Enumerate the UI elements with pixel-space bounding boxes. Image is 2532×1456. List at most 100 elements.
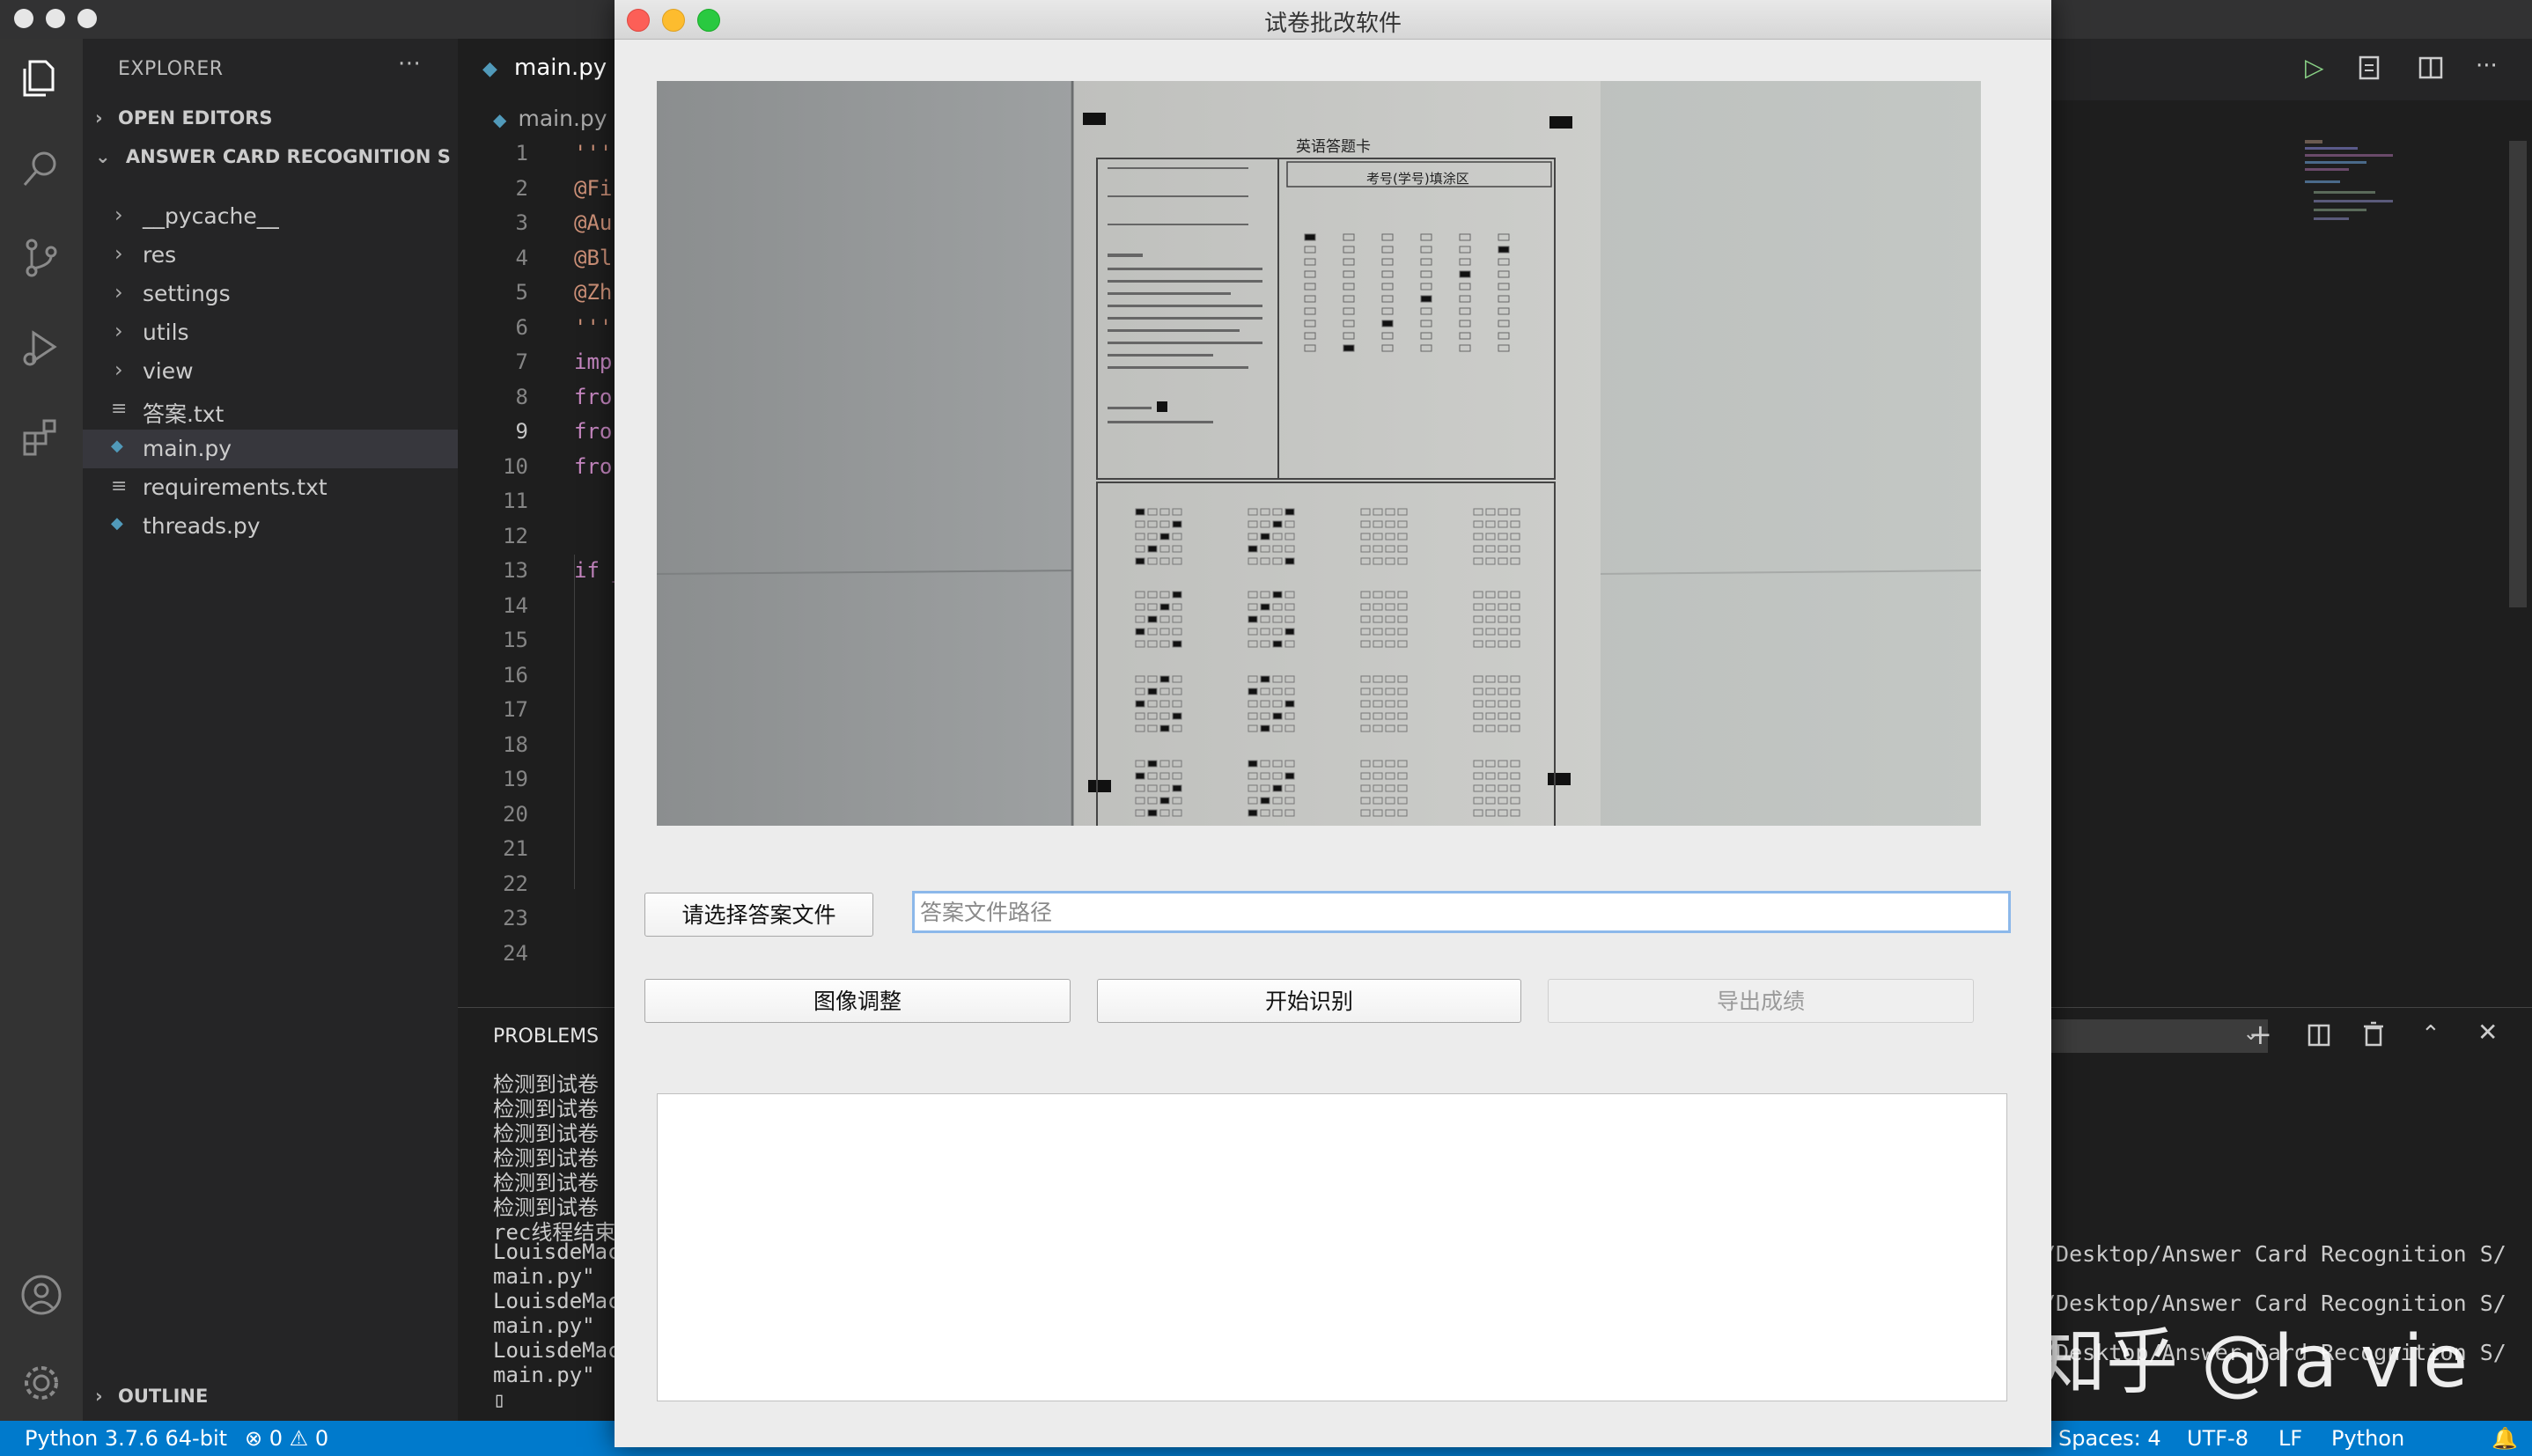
answer-bubble	[1172, 591, 1182, 599]
chevron-right-icon: ›	[95, 1386, 103, 1407]
answer-bubble	[1172, 640, 1182, 648]
trash-icon[interactable]	[2361, 1021, 2386, 1048]
log-output[interactable]	[657, 1093, 2007, 1401]
id-bubble	[1343, 344, 1355, 352]
answer-bubble	[1172, 784, 1182, 792]
line-number: 10	[503, 453, 528, 479]
answer-bubble	[1147, 760, 1158, 768]
language-mode[interactable]: Python	[2331, 1426, 2404, 1451]
maximize-panel-icon[interactable]: ⌃	[2421, 1021, 2440, 1048]
code-line: @Fi	[574, 175, 613, 201]
minimize-window-icon[interactable]	[46, 9, 65, 28]
error-icon: ⊗	[245, 1426, 263, 1451]
tree-item[interactable]: ◆ main.py	[83, 430, 458, 468]
id-bubble	[1459, 270, 1471, 278]
tree-item-label: utils	[143, 320, 189, 345]
warning-icon: ⚠	[289, 1426, 309, 1451]
tree-item-label: requirements.txt	[143, 474, 328, 500]
line-number: 6	[515, 314, 528, 340]
close-panel-icon[interactable]: ✕	[2477, 1018, 2498, 1047]
answer-bubble	[1260, 675, 1270, 683]
explorer-icon[interactable]	[18, 55, 65, 102]
chevron-right-icon: ›	[114, 319, 123, 343]
answer-bubble	[1135, 700, 1145, 708]
start-recognition-button[interactable]: 开始识别	[1097, 979, 1521, 1023]
tree-item[interactable]: › __pycache__	[83, 197, 458, 236]
explorer-more-icon[interactable]: ···	[398, 51, 421, 77]
watermark: 知乎 @la vie	[2034, 1320, 2468, 1404]
tab-problems[interactable]: PROBLEMS	[493, 1026, 599, 1048]
tree-item[interactable]: › res	[83, 236, 458, 275]
search-icon[interactable]	[18, 144, 65, 192]
problems-count[interactable]: ⊗ 0 ⚠ 0	[245, 1426, 328, 1451]
answer-bubble	[1147, 545, 1158, 553]
answer-bubble	[1284, 557, 1295, 565]
answer-bubble	[1272, 640, 1283, 648]
chevron-down-icon: ⌄	[95, 146, 111, 167]
image-adjust-button[interactable]: 图像调整	[644, 979, 1071, 1023]
terminal-select[interactable]: ⌄	[2043, 1019, 2268, 1053]
answer-bubble	[1147, 615, 1158, 623]
zoom-window-icon[interactable]	[77, 9, 97, 28]
answer-path-input[interactable]	[912, 891, 2011, 933]
tree-item[interactable]: › view	[83, 352, 458, 391]
answer-bubble	[1272, 591, 1283, 599]
tree-item-label: main.py	[143, 436, 232, 461]
run-debug-icon[interactable]	[18, 324, 65, 371]
more-actions-icon[interactable]: ···	[2476, 53, 2498, 79]
code-line: @Zh	[574, 280, 613, 305]
editor-scrollbar[interactable]	[2509, 141, 2527, 607]
answer-bubble	[1284, 508, 1295, 516]
code-line: fro	[574, 384, 613, 409]
tree-item[interactable]: ◆ threads.py	[83, 507, 458, 546]
open-editors-section[interactable]: › OPEN EDITORS	[95, 107, 273, 129]
id-bubble	[1420, 295, 1432, 303]
export-scores-button[interactable]: 导出成绩	[1548, 979, 1974, 1023]
breadcrumb[interactable]: ◆ main.py	[493, 106, 607, 131]
choose-answer-file-button[interactable]: 请选择答案文件	[644, 893, 873, 937]
python-interpreter[interactable]: Python 3.7.6 64-bit	[25, 1426, 227, 1451]
code-line: imp	[574, 349, 613, 374]
outline-section[interactable]: › OUTLINE	[95, 1386, 208, 1407]
line-number: 23	[503, 906, 528, 930]
answer-bubble	[1147, 809, 1158, 817]
tree-item[interactable]: ≡ requirements.txt	[83, 468, 458, 507]
tab-main-py[interactable]: ◆ main.py	[458, 39, 623, 100]
encoding[interactable]: UTF-8	[2187, 1426, 2249, 1451]
account-icon[interactable]	[18, 1271, 65, 1319]
answer-bubble	[1284, 628, 1295, 636]
tree-item-label: view	[143, 358, 194, 384]
minimap[interactable]	[2298, 136, 2430, 233]
answer-bubble	[1272, 784, 1283, 792]
close-window-icon[interactable]	[14, 9, 33, 28]
text-file-icon: ≡	[111, 398, 128, 420]
answer-bubble	[1260, 603, 1270, 611]
extensions-icon[interactable]	[18, 414, 65, 461]
run-file-icon[interactable]: ▷	[2305, 53, 2324, 82]
bell-icon[interactable]: 🔔	[2492, 1426, 2518, 1451]
answer-bubble	[1272, 712, 1283, 720]
id-bubble	[1304, 233, 1316, 241]
line-number: 20	[503, 801, 528, 827]
source-control-icon[interactable]	[18, 234, 65, 282]
tree-item[interactable]: ≡ 答案.txt	[83, 391, 458, 430]
code-line: @Bl	[574, 245, 613, 270]
tree-item[interactable]: › settings	[83, 275, 458, 313]
answer-bubble	[1284, 772, 1295, 780]
line-number: 2	[515, 175, 528, 201]
answer-bubble	[1248, 688, 1258, 695]
app-title: 试卷批改软件	[1263, 11, 1402, 37]
end-of-line[interactable]: LF	[2278, 1426, 2302, 1451]
settings-gear-icon[interactable]	[18, 1359, 65, 1407]
indentation[interactable]: Spaces: 4	[2058, 1426, 2161, 1451]
new-terminal-icon[interactable]: +	[2249, 1018, 2272, 1051]
tree-item-label: 答案.txt	[143, 401, 224, 427]
tree-item[interactable]: › utils	[83, 313, 458, 352]
split-terminal-icon[interactable]	[2307, 1023, 2331, 1048]
answer-bubble	[1172, 520, 1182, 528]
line-number: 21	[503, 836, 528, 861]
answer-bubble	[1248, 545, 1258, 553]
split-editor-icon[interactable]	[2418, 55, 2444, 81]
project-section[interactable]: ⌄ ANSWER CARD RECOGNITION S	[95, 146, 451, 167]
open-preview-icon[interactable]	[2356, 55, 2382, 81]
